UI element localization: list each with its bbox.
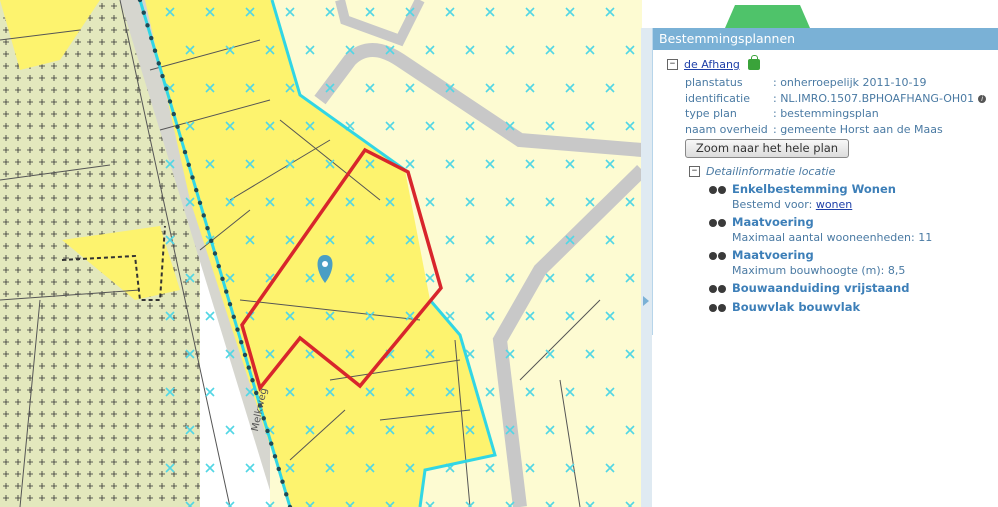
detail-item: Maatvoering Maximaal aantal wooneenheden… (709, 214, 998, 245)
info-icon[interactable]: i (978, 94, 987, 103)
boundary-dot (186, 162, 191, 167)
boundary-dot (242, 352, 248, 358)
collapse-minus-icon[interactable]: − (689, 165, 700, 177)
cross-marker (225, 425, 235, 435)
boundary-dot (216, 263, 221, 269)
cross-marker (205, 387, 215, 397)
collapse-arrow-icon (643, 296, 649, 306)
boundary-dot (160, 73, 165, 79)
boundary-dot (175, 124, 180, 129)
boundary-dot (205, 225, 210, 231)
green-zone-top (725, 5, 810, 28)
cross-marker (245, 463, 255, 473)
binoculars-icon[interactable] (709, 283, 727, 294)
boundary-dot (164, 86, 169, 91)
boundary-dot (201, 213, 206, 218)
boundary-dot (239, 340, 244, 345)
boundary-dot (145, 23, 150, 28)
blank-region (684, 336, 998, 507)
detail-item: Bouwvlak bouwvlak (709, 299, 998, 316)
detail-header: Detailinformatie locatie (706, 164, 836, 178)
boundary-dot (194, 187, 199, 193)
boundary-dot (149, 35, 154, 41)
panel-collapse-tab[interactable] (641, 28, 652, 507)
boundary-dot (224, 289, 229, 294)
panel-title: Bestemmingsplannen (653, 28, 998, 50)
plan-name-link[interactable]: de Afhang (684, 58, 740, 71)
wonen-link[interactable]: wonen (816, 198, 852, 211)
boundary-dot (212, 251, 218, 256)
boundary-dot (227, 302, 233, 307)
boundary-dot (197, 200, 203, 205)
cross-marker (225, 501, 235, 507)
plan-properties: planstatus: onherroepelijk 2011-10-19 id… (685, 75, 998, 137)
boundary-dot (246, 365, 251, 370)
lock-icon (747, 54, 760, 70)
boundary-dot (190, 175, 195, 180)
boundary-dot (179, 137, 184, 142)
boundary-dot (231, 314, 236, 320)
boundary-dot (250, 378, 255, 383)
binoculars-icon[interactable] (709, 184, 727, 195)
boundary-dot (156, 61, 161, 66)
boundary-dot (209, 238, 214, 244)
boundary-dot (182, 149, 188, 155)
boundary-dot (280, 479, 285, 484)
boundary-dot (167, 99, 173, 104)
info-panel: Bestemmingsplannen − de Afhang planstatu… (652, 28, 998, 335)
boundary-dot (220, 276, 225, 282)
collapse-minus-icon[interactable]: − (667, 58, 678, 70)
binoculars-icon[interactable] (709, 250, 727, 261)
detail-item: Bouwaanduiding vrijstaand (709, 280, 998, 297)
boundary-dot (272, 454, 278, 459)
cross-marker (205, 311, 215, 321)
detail-item: Enkelbestemming Wonen Bestemd voor: wone… (709, 181, 998, 212)
detail-item: Maatvoering Maximum bouwhoogte (m): 8,5 (709, 247, 998, 278)
boundary-dot (265, 428, 270, 434)
zoom-to-plan-button[interactable]: Zoom naar het hele plan (685, 139, 849, 158)
boundary-dot (235, 327, 240, 332)
boundary-dot (276, 466, 281, 472)
boundary-dot (141, 10, 146, 15)
boundary-dot (269, 441, 274, 446)
cross-marker (205, 463, 215, 473)
binoculars-icon[interactable] (709, 217, 727, 228)
binoculars-icon[interactable] (709, 302, 727, 313)
boundary-dot (152, 48, 158, 53)
boundary-dot (284, 492, 289, 497)
boundary-dot (171, 111, 176, 117)
